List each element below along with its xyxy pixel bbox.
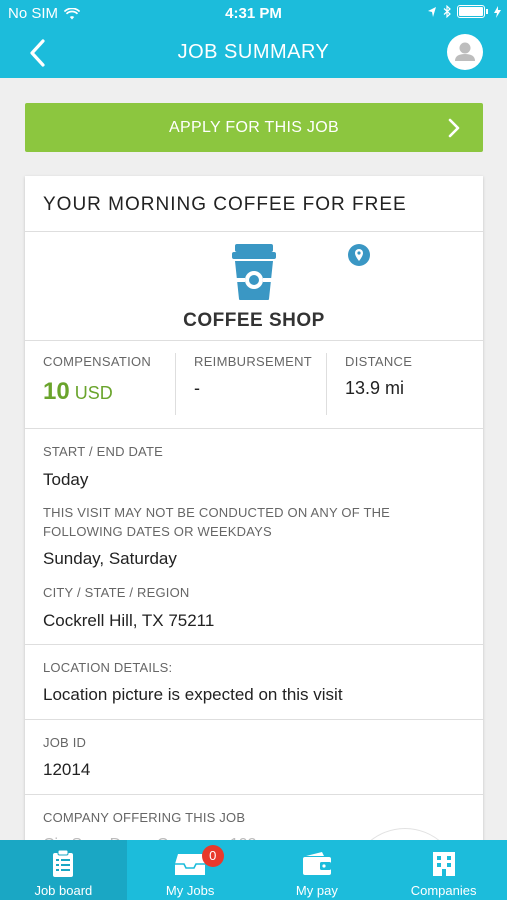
divider (25, 428, 483, 429)
tab-job-board-label: Job board (34, 883, 93, 898)
compensation-label: COMPENSATION (43, 354, 152, 369)
app-header: No SIM 4:31 PM JOB SUMMARY (0, 0, 507, 78)
compensation-value: 10 USD (43, 378, 151, 406)
location-details-label: LOCATION DETAILS: (43, 660, 173, 675)
compensation-stat: COMPENSATION 10 USD (43, 354, 151, 406)
coffee-cup-icon (232, 244, 276, 300)
compensation-currency: USD (74, 383, 113, 403)
charging-icon (494, 5, 501, 18)
reimbursement-stat: REIMBURSEMENT - (194, 354, 312, 399)
apply-job-label: APPLY FOR THIS JOB (169, 118, 339, 136)
apply-job-button[interactable]: APPLY FOR THIS JOB (25, 103, 483, 152)
user-icon (455, 42, 475, 61)
distance-value: 13.9 mi (345, 378, 405, 398)
divider (25, 340, 483, 341)
job-card: YOUR MORNING COFFEE FOR FREE COFFEE SHOP… (25, 176, 483, 856)
status-right (427, 5, 501, 18)
restrictions-label: THIS VISIT MAY NOT BE CONDUCTED ON ANY O… (43, 505, 391, 539)
clipboard-icon (53, 850, 74, 877)
city-value: Cockrell Hill, TX 75211 (43, 611, 215, 630)
bluetooth-icon (443, 5, 451, 18)
compensation-amount: 10 (43, 378, 70, 405)
divider (25, 794, 483, 795)
reimbursement-label: REIMBURSEMENT (194, 354, 313, 369)
company-label: COMPANY OFFERING THIS JOB (43, 810, 246, 825)
location-details-value: Location picture is expected on this vis… (43, 685, 343, 704)
job-title: YOUR MORNING COFFEE FOR FREE (43, 194, 407, 215)
tab-job-board[interactable]: Job board (0, 840, 127, 900)
tab-companies-label: Companies (410, 883, 477, 898)
location-arrow-icon (428, 6, 436, 17)
divider (25, 231, 483, 232)
divider (326, 353, 327, 415)
distance-stat: DISTANCE 13.9 mi (345, 354, 412, 399)
battery-tip (486, 9, 488, 14)
wallet-icon (302, 852, 331, 875)
location-pin-icon (348, 244, 370, 266)
map-pin-button[interactable] (348, 244, 370, 266)
job-id-value: 12014 (43, 760, 91, 779)
shop-logo (25, 242, 483, 307)
job-id-label: JOB ID (43, 735, 87, 750)
my-jobs-badge: 0 (201, 845, 224, 867)
profile-avatar-button[interactable] (447, 34, 483, 70)
tab-my-jobs-label: My Jobs (165, 883, 215, 898)
divider (175, 353, 176, 415)
battery-icon (457, 5, 485, 18)
tab-my-pay-label: My pay (295, 883, 338, 898)
page-title: JOB SUMMARY (177, 41, 330, 63)
start-end-label: START / END DATE (43, 444, 163, 459)
tab-my-jobs[interactable]: 0 My Jobs (127, 840, 254, 900)
building-icon (432, 852, 455, 876)
shop-name: COFFEE SHOP (183, 310, 325, 331)
city-label: CITY / STATE / REGION (43, 585, 190, 600)
chevron-right-icon (448, 118, 460, 138)
nav-bar: JOB SUMMARY (0, 28, 507, 78)
reimbursement-value: - (194, 378, 200, 398)
tab-my-pay[interactable]: My pay (254, 840, 381, 900)
start-end-value: Today (43, 470, 89, 489)
status-bar: No SIM 4:31 PM (0, 0, 507, 28)
distance-label: DISTANCE (345, 354, 413, 369)
restrictions-value: Sunday, Saturday (43, 549, 177, 568)
divider (25, 719, 483, 720)
bottom-tab-bar: Job board 0 My Jobs My pay Companies (0, 840, 507, 900)
divider (25, 644, 483, 645)
tab-companies[interactable]: Companies (380, 840, 507, 900)
